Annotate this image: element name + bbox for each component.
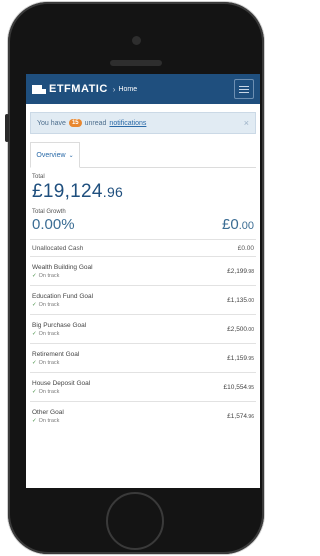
menu-icon-line-1 xyxy=(239,85,249,87)
goal-name: Other Goal xyxy=(32,408,64,416)
tab-overview-label: Overview xyxy=(36,151,66,159)
tab-overview[interactable]: Overview ⌄ xyxy=(30,142,80,168)
goal-status: ✓ On track xyxy=(32,418,64,424)
alert-middle: unread xyxy=(84,119,107,127)
goal-value-main: £2,199 xyxy=(227,267,248,275)
goal-row[interactable]: Retirement Goal ✓ On track £1,159.95 xyxy=(30,343,256,372)
menu-icon-line-2 xyxy=(239,88,249,90)
goal-status: ✓ On track xyxy=(32,273,93,279)
close-icon[interactable]: × xyxy=(244,118,249,128)
total-value-main: £19,124 xyxy=(32,181,103,202)
growth-value: £0.00 xyxy=(222,216,254,233)
home-button[interactable] xyxy=(106,492,164,550)
goal-value-pence: .95 xyxy=(247,384,254,391)
growth-value-pence: .00 xyxy=(238,220,254,232)
goal-value: £2,500.00 xyxy=(227,326,254,333)
total-value-pence: .96 xyxy=(102,184,124,200)
goal-row[interactable]: Other Goal ✓ On track £1,574.96 xyxy=(30,401,256,430)
goal-value-main: £1,135 xyxy=(227,296,248,304)
check-icon: ✓ xyxy=(32,388,37,395)
goal-value-main: £10,554 xyxy=(223,383,248,391)
goal-status-text: On track xyxy=(38,388,60,395)
earpiece xyxy=(110,60,162,66)
goal-list: Wealth Building Goal ✓ On track £2,199.98 Ed… xyxy=(26,256,260,430)
check-icon: ✓ xyxy=(32,330,37,337)
goal-value: £1,135.00 xyxy=(227,297,254,304)
goal-value-pence: .00 xyxy=(247,297,254,304)
goal-name: Retirement Goal xyxy=(32,350,80,358)
goal-value-pence: .98 xyxy=(247,268,254,275)
goal-value-main: £1,574 xyxy=(227,412,248,420)
goal-value-pence: .96 xyxy=(247,413,254,420)
goal-value: £1,574.96 xyxy=(227,413,254,420)
goal-status-text: On track xyxy=(38,272,60,279)
goal-status-text: On track xyxy=(38,359,60,366)
goal-status: ✓ On track xyxy=(32,389,90,395)
growth-value-main: £0 xyxy=(222,216,239,233)
unallocated-cash-row[interactable]: Unallocated Cash £0.00 xyxy=(30,239,256,256)
goal-status-text: On track xyxy=(38,330,60,337)
summary-section: Total £19,124.96 Total Growth 0.00% £0.0… xyxy=(26,174,260,233)
menu-icon-line-3 xyxy=(239,91,249,93)
cash-value: £0.00 xyxy=(237,244,254,252)
goal-info: Other Goal ✓ On track xyxy=(32,409,64,424)
menu-button[interactable] xyxy=(234,79,254,99)
side-button xyxy=(5,114,9,142)
breadcrumb-separator: › xyxy=(112,84,116,94)
goal-info: Retirement Goal ✓ On track xyxy=(32,351,79,366)
brand-name[interactable]: ETFMATIC xyxy=(49,83,108,95)
goal-name: House Deposit Goal xyxy=(32,379,91,387)
goal-name: Big Purchase Goal xyxy=(32,321,87,329)
check-icon: ✓ xyxy=(32,301,37,308)
goal-value: £10,554.95 xyxy=(224,384,254,391)
growth-row: 0.00% £0.00 xyxy=(32,216,254,233)
logo-icon[interactable] xyxy=(32,84,46,94)
notification-alert: You have 15 unread notifications × xyxy=(30,112,256,134)
check-icon: ✓ xyxy=(32,417,37,424)
check-icon: ✓ xyxy=(32,272,37,279)
tab-row: Overview ⌄ xyxy=(30,142,256,168)
chevron-down-icon: ⌄ xyxy=(68,152,74,159)
goal-value: £1,159.95 xyxy=(227,355,254,362)
check-icon: ✓ xyxy=(32,359,37,366)
app-screen: ETFMATIC › Home You have 15 unread notif… xyxy=(26,74,260,488)
goal-name: Education Fund Goal xyxy=(32,292,94,300)
notifications-link[interactable]: notifications xyxy=(109,120,146,127)
goal-info: Wealth Building Goal ✓ On track xyxy=(32,264,93,279)
goal-value: £2,199.98 xyxy=(227,268,254,275)
goal-info: Education Fund Goal ✓ On track xyxy=(32,293,93,308)
goal-status-text: On track xyxy=(38,417,60,424)
notification-count-badge: 15 xyxy=(68,119,82,127)
goal-row[interactable]: Big Purchase Goal ✓ On track £2,500.00 xyxy=(30,314,256,343)
goal-value-pence: .95 xyxy=(247,355,254,362)
goal-name: Wealth Building Goal xyxy=(32,263,93,271)
growth-label: Total Growth xyxy=(32,209,66,215)
goal-status: ✓ On track xyxy=(32,302,93,308)
breadcrumb-home[interactable]: Home xyxy=(118,86,137,93)
goal-value-main: £2,500 xyxy=(227,325,248,333)
goal-info: House Deposit Goal ✓ On track xyxy=(32,380,90,395)
alert-prefix: You have xyxy=(37,119,66,127)
front-camera xyxy=(132,36,141,45)
top-nav-bar: ETFMATIC › Home xyxy=(26,74,260,104)
goal-value-main: £1,159 xyxy=(227,354,248,362)
goal-row[interactable]: Education Fund Goal ✓ On track £1,135.00 xyxy=(30,285,256,314)
total-label: Total xyxy=(32,174,45,180)
total-value: £19,124.96 xyxy=(32,181,254,203)
cash-label: Unallocated Cash xyxy=(32,244,84,252)
goal-status: ✓ On track xyxy=(32,331,86,337)
goal-info: Big Purchase Goal ✓ On track xyxy=(32,322,86,337)
goal-row[interactable]: Wealth Building Goal ✓ On track £2,199.98 xyxy=(30,256,256,285)
goal-status-text: On track xyxy=(38,301,60,308)
growth-percent: 0.00% xyxy=(32,216,75,233)
goal-value-pence: .00 xyxy=(247,326,254,333)
goal-status: ✓ On track xyxy=(32,360,79,366)
goal-row[interactable]: House Deposit Goal ✓ On track £10,554.95 xyxy=(30,372,256,401)
